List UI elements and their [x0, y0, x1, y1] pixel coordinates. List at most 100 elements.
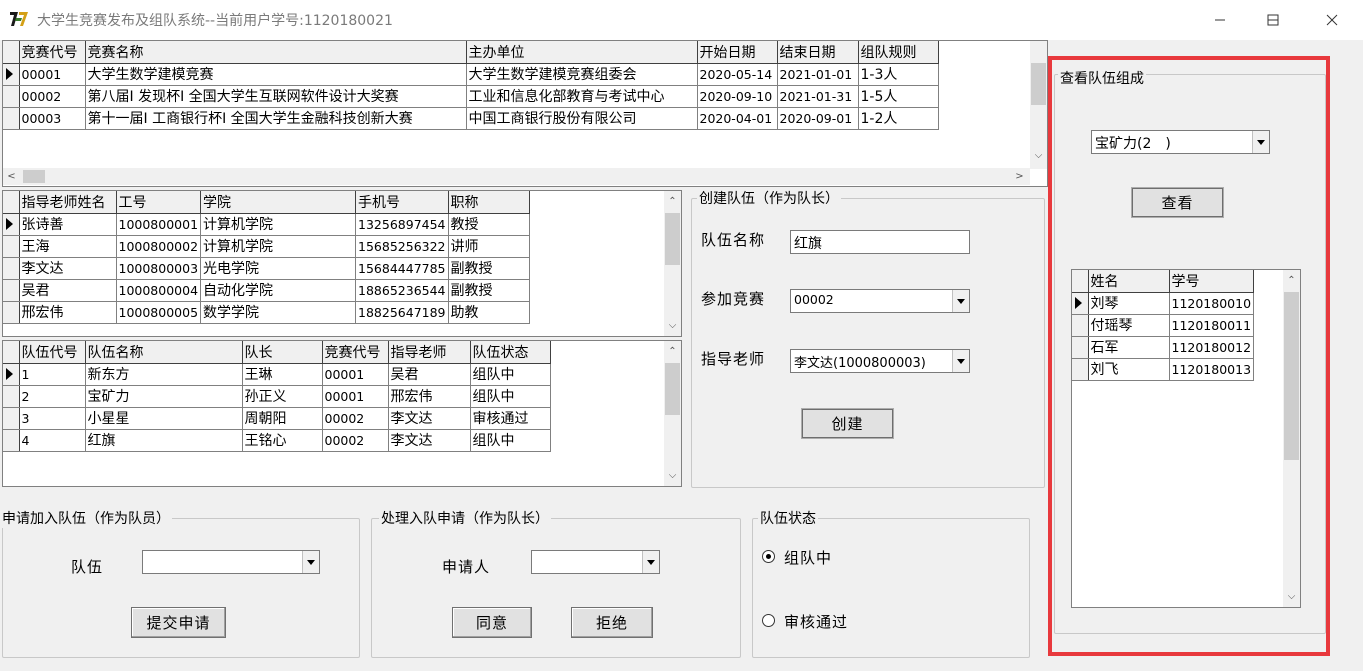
- table-cell[interactable]: 组队中: [470, 363, 551, 386]
- column-header[interactable]: 学院: [200, 191, 357, 214]
- table-cell[interactable]: 审核通过: [470, 407, 551, 430]
- table-cell[interactable]: 宝矿力: [85, 385, 243, 408]
- row-header[interactable]: [3, 301, 20, 324]
- radio-forming-label[interactable]: 组队中: [784, 547, 832, 568]
- row-header[interactable]: [3, 429, 20, 452]
- table-cell[interactable]: 00002: [322, 429, 389, 452]
- radio-forming[interactable]: [762, 550, 775, 563]
- current-row-indicator[interactable]: [3, 63, 20, 86]
- row-header[interactable]: [3, 407, 20, 430]
- table-row[interactable]: 吴君 1000800004 自动化学院 18865236544 副教授: [3, 279, 530, 302]
- table-cell[interactable]: 第八届I 发现杯I 全国大学生互联网软件设计大奖赛: [85, 85, 467, 108]
- current-row-indicator[interactable]: [3, 363, 20, 386]
- table-cell[interactable]: 王铭心: [242, 429, 323, 452]
- table-row[interactable]: 2 宝矿力 孙正义 00001 邢宏伟 组队中: [3, 385, 551, 408]
- table-row[interactable]: 00001 大学生数学建模竞赛 大学生数学建模竞赛组委会 2020-05-14 …: [3, 63, 939, 86]
- scroll-down-icon[interactable]: ⌵: [664, 317, 681, 334]
- competitions-grid[interactable]: 竞赛代号 竞赛名称 主办单位 开始日期 结束日期 组队规则 00001 大学生数…: [2, 40, 1048, 187]
- table-cell[interactable]: 李文达: [388, 429, 471, 452]
- row-header[interactable]: [3, 279, 20, 302]
- table-cell[interactable]: 2020-09-10: [697, 85, 778, 108]
- table-row[interactable]: 00002 第八届I 发现杯I 全国大学生互联网软件设计大奖赛 工业和信息化部教…: [3, 85, 939, 108]
- table-cell[interactable]: 2021-01-01: [777, 63, 859, 86]
- table-cell[interactable]: 吴君: [19, 279, 117, 302]
- table-cell[interactable]: 邢宏伟: [388, 385, 471, 408]
- table-cell[interactable]: 18825647189: [355, 301, 449, 324]
- row-header[interactable]: [3, 235, 20, 258]
- table-cell[interactable]: 数学学院: [200, 301, 357, 324]
- create-team-button[interactable]: 创建: [801, 408, 894, 439]
- competition-select[interactable]: 00002: [790, 289, 970, 313]
- agree-button[interactable]: 同意: [452, 607, 532, 638]
- table-cell[interactable]: 计算机学院: [200, 235, 357, 258]
- table-cell[interactable]: 00002: [19, 85, 86, 108]
- column-header[interactable]: 竞赛代号: [19, 41, 86, 64]
- teams-grid[interactable]: 队伍代号 队伍名称 队长 竞赛代号 指导老师 队伍状态 1 新东方 王琳 000…: [2, 340, 682, 487]
- table-cell[interactable]: 1-3人: [858, 63, 939, 86]
- table-cell[interactable]: 王琳: [242, 363, 323, 386]
- table-cell[interactable]: 中国工商银行股份有限公司: [466, 107, 698, 130]
- reject-button[interactable]: 拒绝: [571, 607, 653, 638]
- table-cell[interactable]: 2020-05-14: [697, 63, 778, 86]
- dropdown-button[interactable]: [952, 290, 969, 312]
- table-cell[interactable]: 新东方: [85, 363, 243, 386]
- column-header[interactable]: 队长: [242, 341, 323, 364]
- scroll-down-icon[interactable]: ⌵: [664, 467, 681, 484]
- column-header[interactable]: 手机号: [355, 191, 449, 214]
- table-cell[interactable]: 1: [19, 363, 86, 386]
- current-row-indicator[interactable]: [3, 213, 20, 236]
- competitions-horizontal-scrollbar[interactable]: < >: [3, 168, 1030, 185]
- column-header[interactable]: 主办单位: [466, 41, 698, 64]
- table-row[interactable]: 张诗善 1000800001 计算机学院 13256897454 教授: [3, 213, 530, 236]
- column-header[interactable]: 队伍名称: [85, 341, 243, 364]
- radio-approved-label[interactable]: 审核通过: [784, 611, 848, 632]
- scrollbar-thumb[interactable]: [1031, 63, 1046, 105]
- submit-request-button[interactable]: 提交申请: [131, 607, 226, 638]
- table-cell[interactable]: 2020-09-01: [777, 107, 859, 130]
- table-cell[interactable]: 00001: [19, 63, 86, 86]
- scroll-down-icon[interactable]: ⌵: [1030, 147, 1047, 164]
- table-cell[interactable]: 13256897454: [355, 213, 449, 236]
- table-cell[interactable]: 工业和信息化部教育与考试中心: [466, 85, 698, 108]
- dropdown-button[interactable]: [302, 551, 319, 573]
- column-header[interactable]: 职称: [448, 191, 530, 214]
- column-header[interactable]: 队伍状态: [470, 341, 551, 364]
- table-cell[interactable]: 王海: [19, 235, 117, 258]
- table-cell[interactable]: 副教授: [448, 257, 530, 280]
- teachers-grid[interactable]: 指导老师姓名 工号 学院 手机号 职称 张诗善 1000800001 计算机学院…: [2, 190, 682, 337]
- join-team-select[interactable]: [142, 550, 320, 574]
- scrollbar-thumb[interactable]: [665, 363, 680, 415]
- column-header[interactable]: 指导老师姓名: [19, 191, 117, 214]
- table-cell[interactable]: 00001: [322, 363, 389, 386]
- table-cell[interactable]: 大学生数学建模竞赛: [85, 63, 467, 86]
- table-cell[interactable]: 邢宏伟: [19, 301, 117, 324]
- table-cell[interactable]: 18865236544: [355, 279, 449, 302]
- column-header[interactable]: 竞赛名称: [85, 41, 467, 64]
- column-header[interactable]: 结束日期: [777, 41, 859, 64]
- table-cell[interactable]: 副教授: [448, 279, 530, 302]
- table-cell[interactable]: 教授: [448, 213, 530, 236]
- maximize-window-button[interactable]: [1244, 0, 1302, 40]
- teams-vertical-scrollbar[interactable]: ⌃ ⌵: [664, 341, 681, 486]
- table-row[interactable]: 王海 1000800002 计算机学院 15685256322 讲师: [3, 235, 530, 258]
- scrollbar-thumb[interactable]: [23, 170, 45, 183]
- scrollbar-thumb[interactable]: [665, 213, 680, 265]
- table-cell[interactable]: 4: [19, 429, 86, 452]
- column-header[interactable]: 工号: [116, 191, 202, 214]
- row-header[interactable]: [3, 257, 20, 280]
- column-header[interactable]: 开始日期: [697, 41, 778, 64]
- row-header[interactable]: [3, 385, 20, 408]
- radio-approved[interactable]: [762, 614, 775, 627]
- radio-button[interactable]: [762, 614, 775, 627]
- dropdown-button[interactable]: [642, 551, 659, 573]
- row-header[interactable]: [3, 85, 20, 108]
- table-cell[interactable]: 2: [19, 385, 86, 408]
- table-cell[interactable]: 大学生数学建模竞赛组委会: [466, 63, 698, 86]
- table-row[interactable]: 3 小星星 周朝阳 00002 李文达 审核通过: [3, 407, 551, 430]
- scroll-right-icon[interactable]: >: [1011, 168, 1028, 185]
- table-cell[interactable]: 李文达: [19, 257, 117, 280]
- table-cell[interactable]: 1000800002: [116, 235, 202, 258]
- table-row[interactable]: 4 红旗 王铭心 00002 李文达 组队中: [3, 429, 551, 452]
- table-cell[interactable]: 2021-01-31: [777, 85, 859, 108]
- table-row[interactable]: 00003 第十一届I 工商银行杯I 全国大学生金融科技创新大赛 中国工商银行股…: [3, 107, 939, 130]
